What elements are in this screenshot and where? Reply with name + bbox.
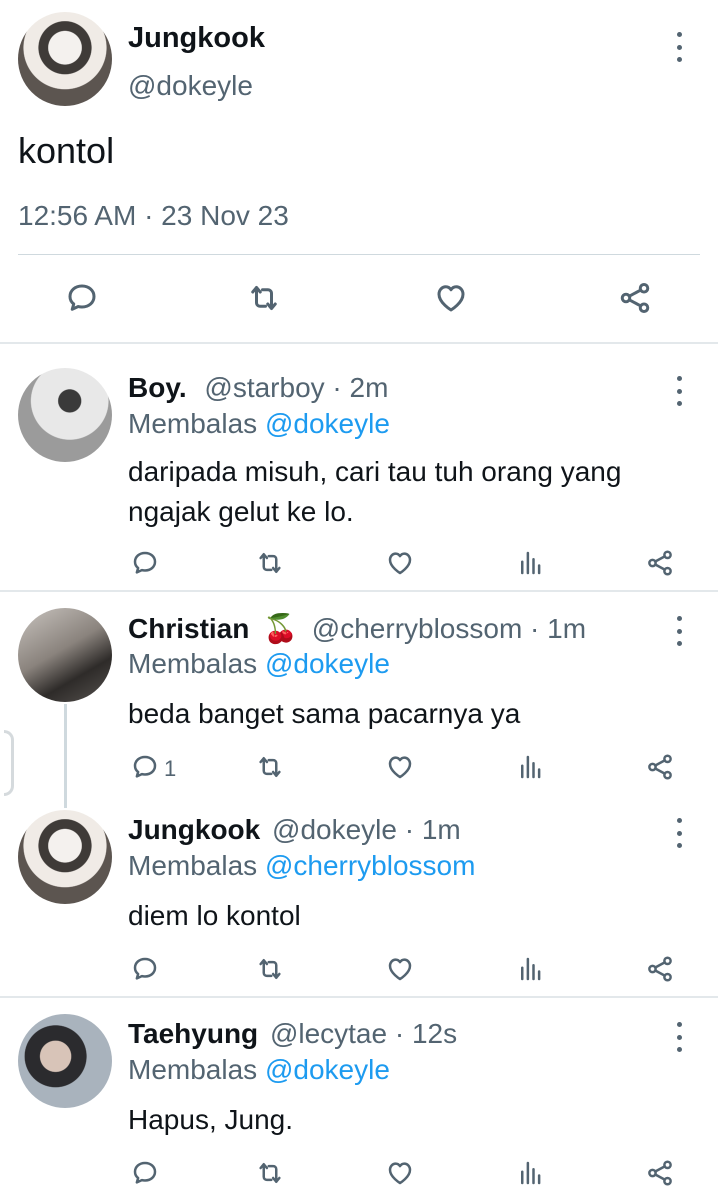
author-meta: @lecytae · 12s bbox=[269, 1018, 458, 1049]
more-options-icon[interactable] bbox=[674, 616, 684, 646]
like-icon[interactable] bbox=[385, 548, 415, 578]
cherry-emoji: 🍒 bbox=[263, 613, 299, 644]
reply-text: beda banget sama pacarnya ya bbox=[128, 698, 521, 729]
reply-text: daripada misuh, cari tau tuh orang yang … bbox=[128, 456, 622, 527]
reply-tweet[interactable]: Jungkook @dokeyle · 1m Membalas @cherryb… bbox=[0, 796, 718, 996]
reply-icon[interactable] bbox=[130, 954, 160, 984]
mention-link[interactable]: @dokeyle bbox=[265, 408, 390, 439]
reply-prefix: Membalas bbox=[128, 648, 258, 679]
reply-prefix: Membalas bbox=[128, 408, 258, 439]
views-icon[interactable] bbox=[516, 548, 546, 578]
mention-link[interactable]: @dokeyle bbox=[265, 648, 390, 679]
retweet-icon[interactable] bbox=[246, 280, 282, 316]
avatar[interactable] bbox=[18, 368, 112, 462]
retweet-icon[interactable] bbox=[255, 752, 285, 782]
more-options-icon[interactable] bbox=[674, 32, 684, 62]
reply-context: Membalas @dokeyle bbox=[128, 648, 390, 680]
reply-count: 1 bbox=[164, 756, 177, 781]
share-icon[interactable] bbox=[645, 1158, 675, 1188]
tweet-timestamp: 12:56 AM · 23 Nov 23 bbox=[18, 200, 289, 231]
share-icon[interactable] bbox=[645, 954, 675, 984]
reply-icon[interactable] bbox=[64, 280, 100, 316]
reply-icon[interactable] bbox=[130, 548, 160, 578]
like-icon[interactable] bbox=[385, 752, 415, 782]
mention-link[interactable]: @cherryblossom bbox=[265, 850, 475, 881]
share-icon[interactable] bbox=[617, 280, 653, 316]
views-icon[interactable] bbox=[516, 752, 546, 782]
more-options-icon[interactable] bbox=[674, 376, 684, 406]
avatar[interactable] bbox=[18, 608, 112, 702]
more-options-icon[interactable] bbox=[674, 1022, 684, 1052]
author-meta: @starboy · 2m bbox=[204, 372, 389, 403]
author-meta: @dokeyle · 1m bbox=[272, 814, 461, 845]
reply-tweet[interactable]: Boy. @starboy · 2m Membalas @dokeyle dar… bbox=[0, 344, 718, 590]
avatar[interactable] bbox=[18, 810, 112, 904]
more-options-icon[interactable] bbox=[674, 818, 684, 848]
avatar[interactable] bbox=[18, 12, 112, 106]
author-meta: @cherryblossom · 1m bbox=[311, 613, 587, 644]
views-icon[interactable] bbox=[516, 954, 546, 984]
author-name[interactable]: Boy. bbox=[128, 372, 187, 403]
reply-prefix: Membalas bbox=[128, 1054, 258, 1085]
reply-tweet[interactable]: Taehyung @lecytae · 12s Membalas @dokeyl… bbox=[0, 998, 718, 1200]
like-icon[interactable] bbox=[385, 954, 415, 984]
reply-prefix: Membalas bbox=[128, 850, 258, 881]
author-name[interactable]: Jungkook bbox=[128, 22, 265, 55]
author-name[interactable]: Jungkook bbox=[128, 814, 260, 845]
retweet-icon[interactable] bbox=[255, 548, 285, 578]
reply-text: Hapus, Jung. bbox=[128, 1104, 293, 1135]
share-icon[interactable] bbox=[645, 548, 675, 578]
main-tweet: Jungkook @dokeyle kontol 12:56 AM · 23 N… bbox=[0, 0, 718, 344]
retweet-icon[interactable] bbox=[255, 954, 285, 984]
avatar[interactable] bbox=[18, 1014, 112, 1108]
mention-link[interactable]: @dokeyle bbox=[265, 1054, 390, 1085]
share-icon[interactable] bbox=[645, 752, 675, 782]
like-icon[interactable] bbox=[385, 1158, 415, 1188]
reply-tweet[interactable]: Christian 🍒 @cherryblossom · 1m Membalas… bbox=[0, 592, 718, 792]
reply-text: diem lo kontol bbox=[128, 900, 301, 931]
retweet-icon[interactable] bbox=[255, 1158, 285, 1188]
reply-context: Membalas @dokeyle bbox=[128, 1054, 390, 1086]
reply-icon[interactable] bbox=[130, 752, 160, 782]
reply-context: Membalas @dokeyle bbox=[128, 408, 390, 440]
author-handle[interactable]: @dokeyle bbox=[128, 70, 253, 102]
tweet-text: kontol bbox=[18, 130, 115, 171]
divider bbox=[18, 254, 700, 255]
author-name[interactable]: Christian bbox=[128, 613, 249, 644]
author-name[interactable]: Taehyung bbox=[128, 1018, 258, 1049]
reply-icon[interactable] bbox=[130, 1158, 160, 1188]
like-icon[interactable] bbox=[433, 280, 469, 316]
reply-context: Membalas @cherryblossom bbox=[128, 850, 475, 882]
views-icon[interactable] bbox=[516, 1158, 546, 1188]
